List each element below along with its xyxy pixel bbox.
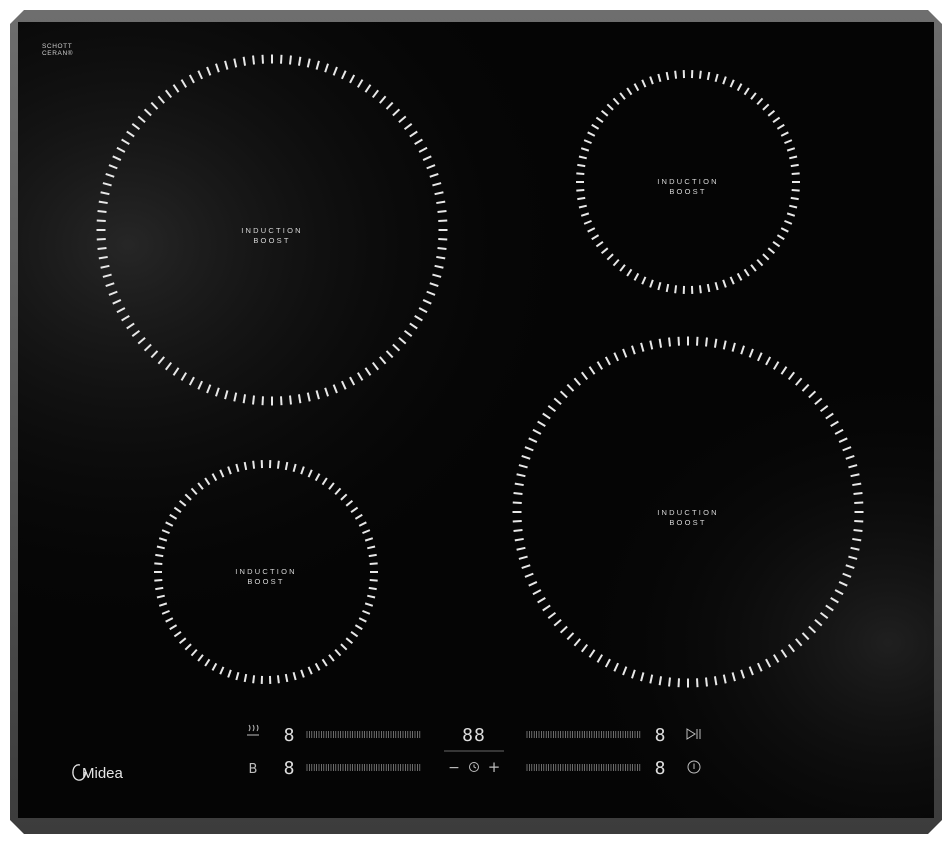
- power-level-display-front-left: 8: [284, 758, 295, 779]
- zone-ring-tick: [437, 210, 447, 213]
- power-level-display-front-right: 8: [655, 758, 666, 779]
- zone-ring-tick: [790, 163, 799, 168]
- zone-ring-tick: [674, 70, 678, 79]
- zone-ring-tick: [155, 553, 164, 558]
- zone-ring-tick: [853, 492, 863, 495]
- zone-ring-tick: [790, 196, 799, 201]
- boost-button[interactable]: B: [249, 762, 258, 777]
- zone-ring-tick: [698, 70, 702, 79]
- zone-ring-tick: [368, 553, 377, 558]
- zone-ring-tick: [252, 675, 256, 684]
- power-level-display-rear-right: 8: [655, 725, 666, 746]
- zone-ring-tick: [289, 55, 292, 65]
- zone-ring-tick: [674, 285, 678, 294]
- zone-label-line1: INDUCTION: [235, 567, 296, 576]
- zone-ring-tick: [705, 677, 708, 687]
- zone-ring-tick: [576, 172, 585, 176]
- zone-label-line2: BOOST: [247, 577, 284, 586]
- zone-ring-tick: [577, 163, 586, 168]
- schott-ceran-logo-line1: SCHOTT: [42, 43, 72, 50]
- timer-plus-button[interactable]: +: [488, 758, 501, 776]
- midea-logo-text: Midea: [82, 765, 124, 782]
- zone-ring-tick: [289, 395, 292, 405]
- zone-ring-tick: [276, 460, 280, 469]
- induction-cooktop: SCHOTT CERAN® INDUCTION BOOST INDUCTION …: [10, 10, 942, 834]
- zone-ring-tick: [154, 562, 163, 566]
- zone-label-line2: BOOST: [253, 236, 290, 245]
- zone-ring-tick: [513, 529, 523, 532]
- zone-label-line1: INDUCTION: [657, 177, 718, 186]
- zone-ring-tick: [369, 562, 378, 566]
- zone-ring-tick: [668, 677, 671, 687]
- zone-ring-tick: [513, 492, 523, 495]
- timer-minus-button[interactable]: −: [448, 760, 460, 776]
- zone-ring-tick: [437, 247, 447, 250]
- zone-ring-tick: [668, 337, 671, 347]
- zone-ring-tick: [791, 188, 800, 192]
- zone-ring-tick: [252, 460, 256, 469]
- zone-ring-tick: [252, 395, 255, 405]
- zone-ring-tick: [252, 55, 255, 65]
- zone-ring-tick: [97, 210, 107, 213]
- zone-label-line1: INDUCTION: [657, 508, 718, 517]
- zone-ring-tick: [369, 578, 378, 582]
- zone-label-line2: BOOST: [669, 187, 706, 196]
- timer-display: 88: [462, 725, 486, 746]
- power-level-display-rear-left: 8: [284, 725, 295, 746]
- zone-label-line1: INDUCTION: [241, 226, 302, 235]
- schott-ceran-logo-line2: CERAN®: [42, 49, 73, 57]
- zone-label-line2: BOOST: [669, 518, 706, 527]
- zone-ring-tick: [791, 172, 800, 176]
- zone-ring-tick: [577, 196, 586, 201]
- zone-ring-tick: [698, 285, 702, 294]
- zone-ring-tick: [155, 586, 164, 591]
- zone-ring-tick: [368, 586, 377, 591]
- zone-ring-tick: [97, 247, 107, 250]
- zone-ring-tick: [576, 188, 585, 192]
- zone-ring-tick: [705, 337, 708, 347]
- zone-ring-tick: [853, 529, 863, 532]
- zone-ring-tick: [276, 675, 280, 684]
- zone-ring-tick: [154, 578, 163, 582]
